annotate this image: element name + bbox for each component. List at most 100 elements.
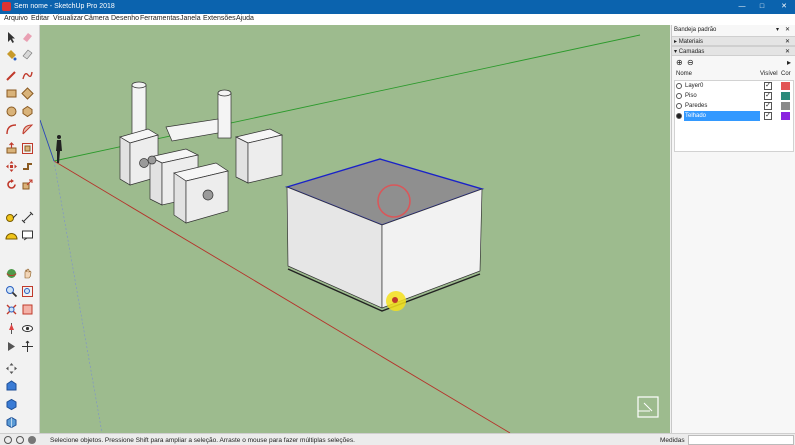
layer-row[interactable]: Layer0 ✓ (674, 81, 794, 91)
rotate-icon[interactable] (5, 178, 18, 191)
large-tool-set-toolbar (0, 25, 40, 433)
cursor-point (392, 297, 398, 303)
menu-desenho[interactable]: Desenho (111, 15, 139, 22)
layer-color-swatch[interactable] (781, 112, 790, 120)
scene-canvas (40, 34, 659, 433)
zoom-icon[interactable] (5, 285, 18, 298)
panel-close-icon[interactable]: ✕ (785, 48, 790, 55)
circle-icon[interactable] (5, 105, 18, 118)
eraser-alt-icon[interactable] (21, 48, 34, 61)
default-tray: Bandeja padrão ▾ ✕ ▸ Materiais ✕ ▾ Camad… (671, 25, 795, 433)
paint-bucket-icon[interactable] (5, 48, 18, 61)
extension-icon[interactable] (5, 398, 18, 411)
layout-icon[interactable] (5, 416, 18, 429)
pin-icon[interactable]: ▾ (776, 26, 779, 33)
box-back-right (234, 128, 284, 184)
active-layer-radio[interactable] (676, 83, 682, 89)
layer-row[interactable]: Piso ✓ (674, 91, 794, 101)
rectangle-icon[interactable] (5, 87, 18, 100)
status-bar: Selecione objetos. Pressione Shift para … (0, 433, 795, 445)
navigation-cube-icon (637, 396, 659, 418)
line-pencil-icon[interactable] (5, 69, 18, 82)
blue-axis-dashed-line (53, 160, 103, 433)
zoom-extents-icon[interactable] (5, 303, 18, 316)
freehand-icon[interactable] (21, 69, 34, 82)
panel-materials[interactable]: ▸ Materiais ✕ (672, 36, 795, 46)
tape-measure-icon[interactable] (5, 211, 18, 224)
layer-row-selected[interactable]: Telhado ✓ (674, 111, 794, 121)
selected-house-box (284, 158, 485, 312)
polygon-icon[interactable] (21, 105, 34, 118)
close-button[interactable]: ✕ (774, 1, 794, 13)
tray-close-icon[interactable]: ✕ (785, 26, 790, 33)
menu-janela[interactable]: Janela (180, 15, 201, 22)
visible-checkbox[interactable]: ✓ (764, 92, 772, 100)
follow-me-icon[interactable] (21, 160, 34, 173)
layer-color-swatch[interactable] (781, 92, 790, 100)
protractor-icon[interactable] (5, 229, 18, 242)
menu-ferramentas[interactable]: Ferramentas (140, 15, 180, 22)
menu-camera[interactable]: Câmera (84, 15, 109, 22)
panel-close-icon[interactable]: ✕ (785, 38, 790, 45)
text-icon[interactable] (21, 229, 34, 242)
panel-layers[interactable]: ▾ Camadas ✕ (672, 46, 795, 56)
select-arrow-icon[interactable] (5, 31, 18, 44)
add-layer-icon[interactable]: ⊕ (676, 58, 683, 67)
window-title: Sem nome - SketchUp Pro 2018 (14, 3, 115, 10)
title-bar: Sem nome - SketchUp Pro 2018 — □ ✕ (0, 0, 795, 14)
orbit-icon[interactable] (5, 267, 18, 280)
scale-icon[interactable] (21, 178, 34, 191)
pan-icon[interactable] (21, 267, 34, 280)
menu-ajuda[interactable]: Ajuda (236, 15, 254, 22)
rotated-rectangle-icon[interactable] (21, 87, 34, 100)
layers-header: Nome Visível Cor (676, 71, 791, 77)
pie-arc-icon[interactable] (21, 123, 34, 136)
offset-icon[interactable] (21, 142, 34, 155)
visible-checkbox[interactable]: ✓ (764, 82, 772, 90)
sandbox-icon[interactable] (5, 362, 18, 375)
maximize-button[interactable]: □ (752, 1, 772, 13)
credits-icon[interactable] (16, 436, 24, 444)
box-front (173, 162, 229, 224)
modeling-viewport[interactable] (40, 25, 670, 433)
layer-color-swatch[interactable] (781, 102, 790, 110)
menu-editar[interactable]: Editar (31, 15, 49, 22)
profile-icon[interactable] (28, 436, 36, 444)
blue-axis-line (40, 119, 55, 162)
remove-layer-icon[interactable]: ⊖ (687, 58, 694, 67)
position-camera-icon[interactable] (5, 340, 18, 353)
layer-actions: ⊕ ⊖ ▸ (675, 58, 795, 68)
zoom-window-icon[interactable] (21, 285, 34, 298)
minimize-button[interactable]: — (732, 1, 752, 13)
active-layer-radio[interactable] (676, 93, 682, 99)
layer-row[interactable]: Paredes ✓ (674, 101, 794, 111)
look-around-icon[interactable] (21, 322, 34, 335)
tray-title: Bandeja padrão ▾ ✕ (674, 26, 791, 33)
menu-extensoes[interactable]: Extensões (203, 15, 236, 22)
eraser-icon[interactable] (21, 31, 34, 44)
warehouse-icon[interactable] (5, 379, 18, 392)
move-icon[interactable] (5, 160, 18, 173)
scale-figure (56, 135, 62, 163)
sketchup-logo-icon (2, 2, 11, 11)
status-hint: Selecione objetos. Pressione Shift para … (50, 437, 355, 444)
visible-checkbox[interactable]: ✓ (764, 102, 772, 110)
walk-icon[interactable] (5, 322, 18, 335)
axes-icon[interactable] (21, 340, 34, 353)
arc-icon[interactable] (5, 123, 18, 136)
geo-location-icon[interactable] (4, 436, 12, 444)
active-layer-radio[interactable] (676, 113, 682, 119)
tall-pipe-right (217, 89, 232, 139)
measurements-input[interactable] (688, 435, 794, 445)
dimension-icon[interactable] (21, 211, 34, 224)
section-plane-icon[interactable] (21, 303, 34, 316)
menu-visualizar[interactable]: Visualizar (53, 15, 83, 22)
active-layer-radio[interactable] (676, 103, 682, 109)
visible-checkbox[interactable]: ✓ (764, 112, 772, 120)
measurements-label: Medidas (660, 437, 685, 444)
menu-bar: Arquivo Editar Visualizar Câmera Desenho… (0, 14, 795, 25)
details-arrow-icon[interactable]: ▸ (787, 58, 791, 67)
push-pull-icon[interactable] (5, 142, 18, 155)
layer-color-swatch[interactable] (781, 82, 790, 90)
menu-arquivo[interactable]: Arquivo (4, 15, 28, 22)
